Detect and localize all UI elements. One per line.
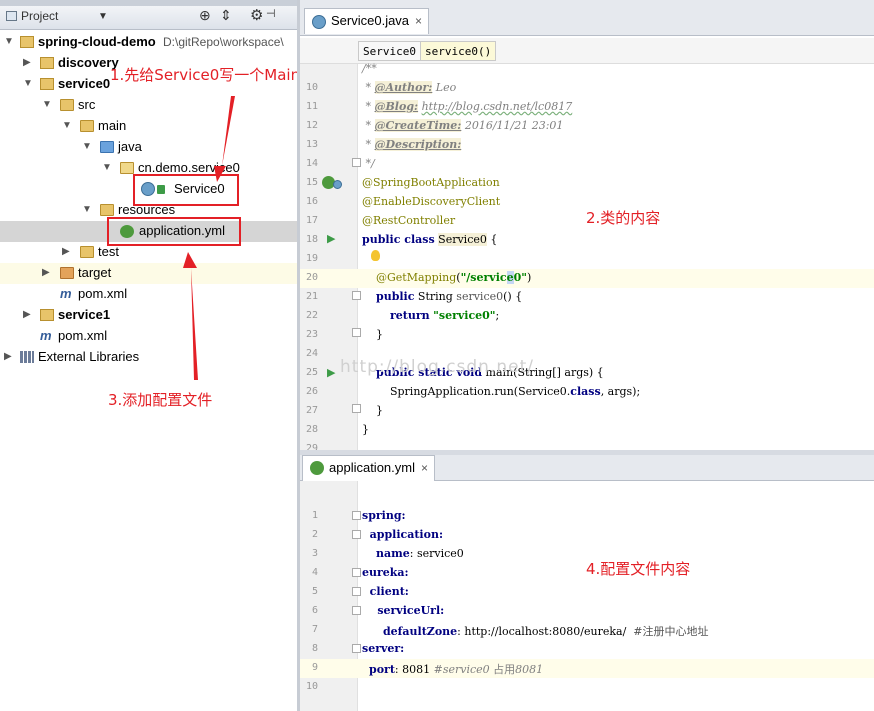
code-line: 6 serviceUrl: bbox=[311, 604, 445, 617]
editor-area: Service0.java × Service0 service0() /** 1… bbox=[300, 0, 874, 711]
code-line: 7 defaultZone: http://localhost:8080/eur… bbox=[311, 624, 709, 638]
code-line: 22 return "service0"; bbox=[305, 309, 500, 322]
code-line: 14 */ bbox=[305, 157, 375, 170]
editor-tabbar-bottom: application.yml × bbox=[300, 455, 874, 481]
annotation-arrows bbox=[183, 96, 235, 380]
code-line: 11 * @Blog: http://blog.csdn.net/lc0817 bbox=[305, 100, 573, 113]
code-line: 1 spring: bbox=[311, 509, 406, 522]
fold-marker-icon[interactable] bbox=[352, 158, 361, 167]
fold-marker-icon[interactable] bbox=[352, 644, 361, 653]
code-line: 10 * @Author: Leo bbox=[305, 81, 457, 94]
close-icon[interactable]: × bbox=[415, 14, 422, 28]
tab-service0-java[interactable]: Service0.java × bbox=[304, 8, 430, 34]
fold-marker-icon[interactable] bbox=[352, 404, 361, 413]
fold-marker-icon[interactable] bbox=[352, 328, 361, 337]
lightbulb-icon[interactable] bbox=[371, 250, 380, 261]
annotation-step-2: 2.类的内容 bbox=[586, 209, 661, 227]
code-line: /** bbox=[362, 62, 377, 75]
annotation-step-4: 4.配置文件内容 bbox=[586, 560, 691, 578]
tab-application-yml[interactable]: application.yml × bbox=[302, 455, 436, 481]
project-panel: Project ▼ ⊕ ⇕ ⚙ ⊣ ▼ spring-cloud-demo D:… bbox=[0, 0, 298, 711]
code-line-current: 9 port: 8081 #service0 占用8081 bbox=[300, 659, 874, 678]
fold-marker-icon[interactable] bbox=[352, 511, 361, 520]
run-icon[interactable]: ▶ bbox=[327, 232, 335, 245]
code-line: 13 * @Description: bbox=[305, 138, 462, 151]
code-line: 21 public String service0() { bbox=[305, 290, 523, 303]
code-line: 28} bbox=[305, 423, 369, 436]
code-line: 10 bbox=[305, 681, 318, 692]
code-line: 19 bbox=[305, 253, 318, 264]
arrow-head-1 bbox=[214, 166, 226, 182]
code-line: 27 } bbox=[305, 404, 383, 417]
watermark-text: http://blog.csdn.net/ bbox=[340, 357, 534, 377]
close-icon[interactable]: × bbox=[421, 461, 428, 475]
implemented-icon[interactable] bbox=[333, 180, 342, 189]
fold-marker-icon[interactable] bbox=[352, 587, 361, 596]
code-line: 12 * @CreateTime: 2016/11/21 23:01 bbox=[305, 119, 564, 132]
tab-label: application.yml bbox=[329, 460, 415, 475]
code-line: 18 public class Service0 { bbox=[305, 233, 498, 246]
fold-marker-icon[interactable] bbox=[352, 568, 361, 577]
code-line: 15 @SpringBootApplication bbox=[305, 176, 500, 189]
run-icon[interactable]: ▶ bbox=[327, 366, 335, 379]
arrow-head-3 bbox=[183, 252, 197, 268]
fold-marker-icon[interactable] bbox=[352, 530, 361, 539]
code-line-current: 20 @GetMapping("/service0") bbox=[300, 269, 874, 288]
fold-marker-icon[interactable] bbox=[352, 606, 361, 615]
code-line: 8 server: bbox=[311, 642, 405, 655]
breadcrumb-class[interactable]: Service0 bbox=[358, 41, 421, 61]
code-line: 26 SpringApplication.run(Service0.class,… bbox=[305, 385, 641, 398]
arrow-to-service0 bbox=[222, 96, 235, 166]
breadcrumb-method[interactable]: service0() bbox=[420, 41, 497, 61]
arrow-to-application-yml bbox=[191, 268, 198, 380]
java-class-icon bbox=[312, 15, 326, 29]
code-line: 5 client: bbox=[311, 585, 409, 598]
code-line: 2 application: bbox=[311, 528, 444, 541]
fold-marker-icon[interactable] bbox=[352, 291, 361, 300]
spring-leaf-icon bbox=[310, 461, 324, 475]
editor-tabbar-top: Service0.java × bbox=[300, 0, 874, 36]
tab-label: Service0.java bbox=[331, 13, 410, 28]
code-line: 23 } bbox=[305, 328, 383, 341]
